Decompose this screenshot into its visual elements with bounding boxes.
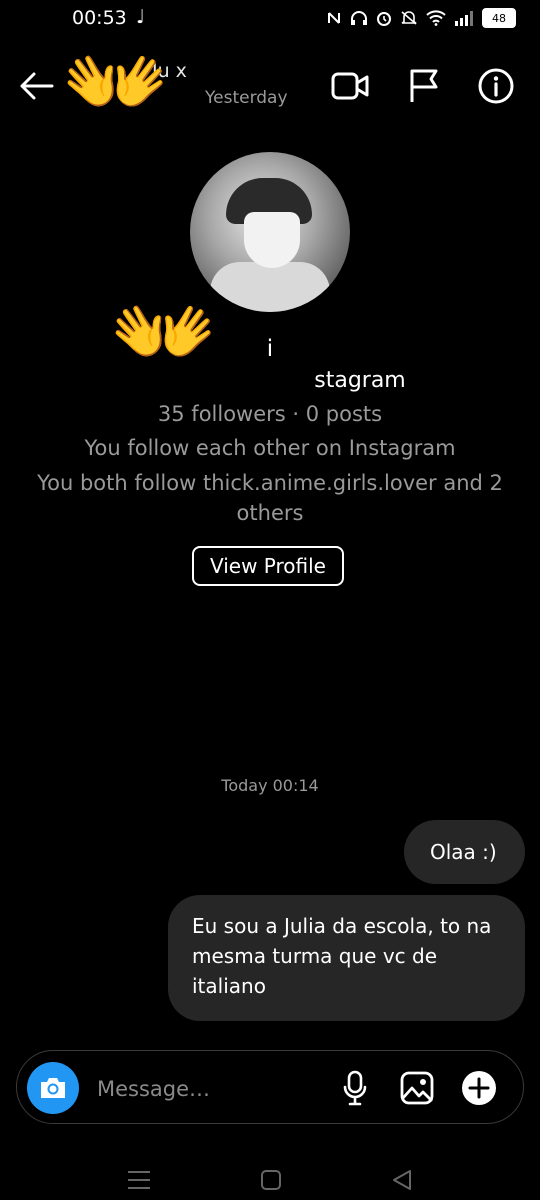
profile-handle: stagram: [314, 368, 406, 393]
info-icon[interactable]: [476, 66, 516, 106]
wifi-icon: [426, 10, 446, 26]
headphones-icon: [351, 11, 367, 25]
both-follow-text: You both follow thick.anime.girls.lover …: [37, 471, 503, 525]
status-time: 00:53: [72, 7, 127, 29]
mutual-follow-text: You follow each other on Instagram: [84, 436, 456, 460]
last-active-status: Yesterday: [205, 88, 288, 108]
add-icon[interactable]: [459, 1068, 499, 1108]
status-icons: 48: [326, 8, 516, 28]
message-input[interactable]: [95, 1069, 319, 1109]
profile-name: i: [266, 336, 274, 362]
alarm-icon: [377, 12, 391, 26]
back-button[interactable]: [16, 66, 56, 106]
battery-indicator: 48: [482, 8, 516, 28]
camera-button[interactable]: [27, 1062, 79, 1114]
profile-stats: 35 followers · 0 posts: [157, 402, 383, 426]
signal-icon: [455, 11, 473, 26]
message-bubble[interactable]: Eu sou a Julia da escola, to na mesma tu…: [168, 895, 525, 1021]
recent-apps-icon[interactable]: [124, 1168, 154, 1192]
microphone-icon[interactable]: [335, 1068, 375, 1108]
open-hands-emoji: 👐: [62, 33, 170, 133]
chat-timestamp: Today 00:14: [221, 776, 319, 795]
music-note-icon: ♩: [136, 6, 145, 28]
camera-icon: [41, 1078, 65, 1098]
nav-back-icon[interactable]: [388, 1168, 418, 1192]
gallery-icon[interactable]: [397, 1068, 437, 1108]
video-camera-icon[interactable]: [330, 66, 370, 106]
dm-screen: 00:53 ♩ 48 Ju x Yesterday i stagram 35 f…: [0, 0, 540, 1200]
message-bubble[interactable]: Olaa :): [404, 820, 525, 884]
flag-icon[interactable]: [404, 66, 444, 106]
mute-icon: [401, 11, 417, 25]
home-icon[interactable]: [256, 1168, 286, 1192]
open-hands-emoji: 👐: [110, 283, 218, 383]
nfc-icon: [328, 12, 340, 24]
message-composer: [16, 1050, 524, 1124]
view-profile-button[interactable]: View Profile: [192, 546, 344, 586]
system-nav-bar: [0, 1160, 540, 1200]
